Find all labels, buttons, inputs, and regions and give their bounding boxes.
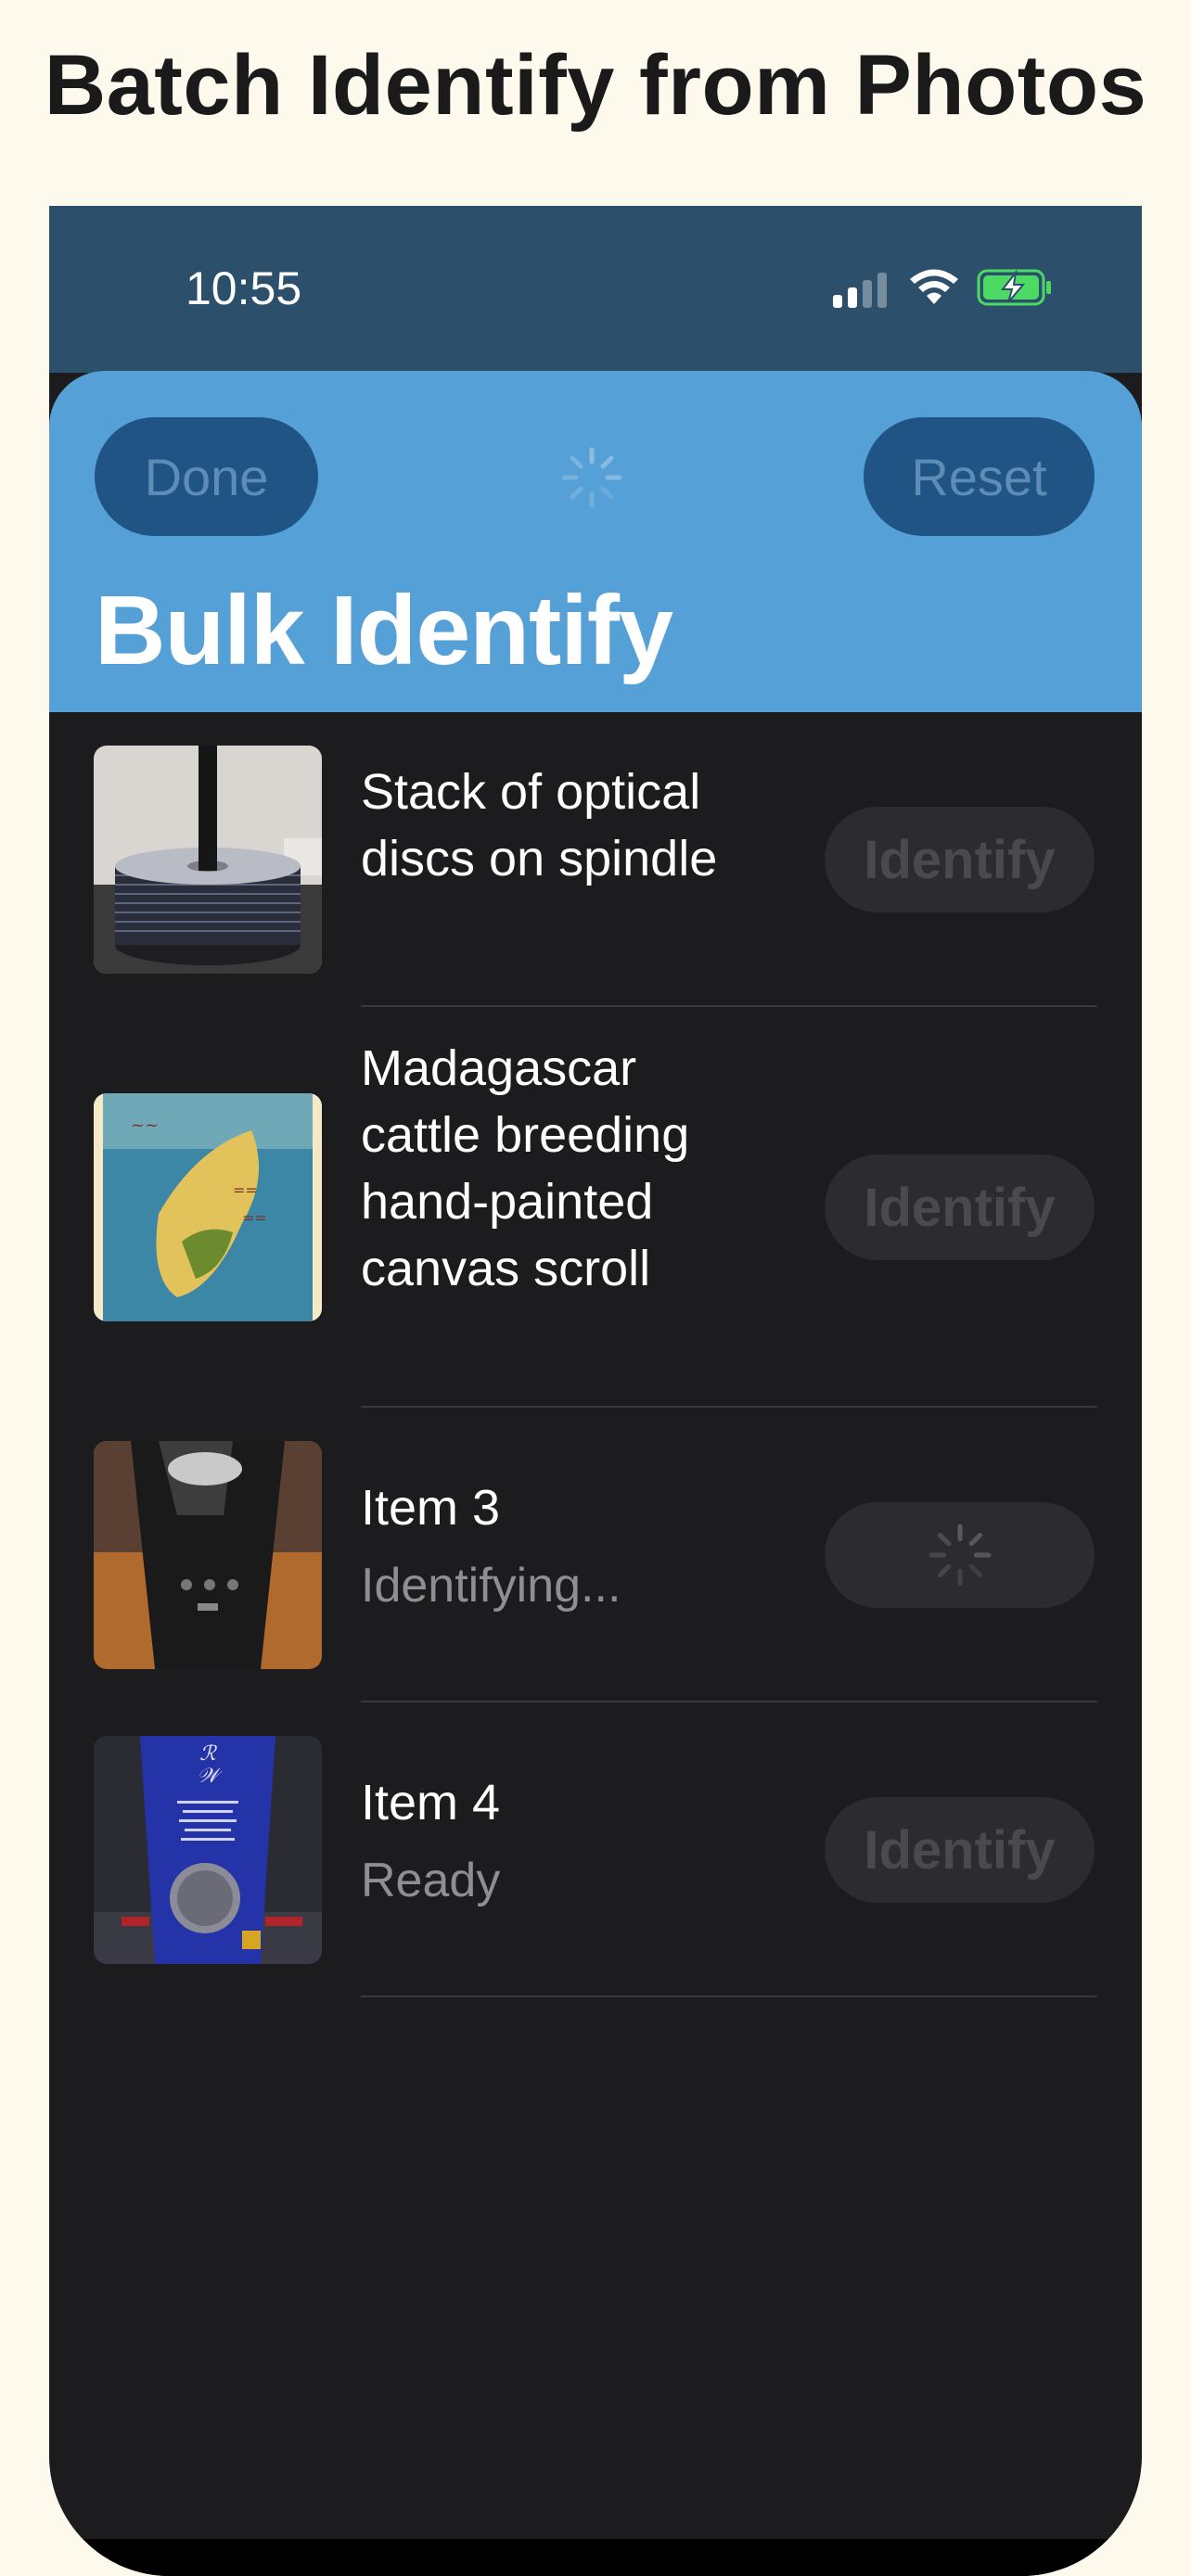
row-divider bbox=[361, 1996, 1097, 1997]
status-bar: 10:55 bbox=[49, 206, 1142, 373]
item-title: Madagascar cattle breeding hand-painted … bbox=[361, 1040, 690, 1296]
list-item: Item 3 Identifying... bbox=[49, 1408, 1142, 1702]
loading-spinner-icon bbox=[928, 1524, 991, 1587]
identify-button[interactable]: Identify bbox=[825, 1154, 1095, 1260]
svg-text:~~: ~~ bbox=[131, 1116, 159, 1135]
item-3-photo bbox=[94, 1441, 322, 1669]
cellular-signal-icon bbox=[833, 273, 887, 308]
item-text: Item 4 Ready bbox=[361, 1769, 750, 1914]
identify-button[interactable]: Identify bbox=[825, 1797, 1095, 1903]
done-button[interactable]: Done bbox=[95, 417, 318, 536]
page-title: Bulk Identify bbox=[95, 576, 673, 685]
list-item: == == ~~ Madagascar cattle breeding hand… bbox=[49, 1007, 1142, 1408]
svg-text:ℛ: ℛ bbox=[199, 1742, 217, 1766]
battery-charging-icon bbox=[977, 269, 1051, 306]
identify-button[interactable]: Identify bbox=[825, 807, 1095, 912]
item-status: Identifying... bbox=[361, 1559, 621, 1613]
reset-button[interactable]: Reset bbox=[864, 417, 1095, 536]
list-item: Stack of optical discs on spindle Identi… bbox=[49, 712, 1142, 1007]
item-title: Stack of optical discs on spindle bbox=[361, 764, 718, 886]
list-item: ℛ 𝒲 Item 4 Ready Identify bbox=[49, 1702, 1142, 1997]
optical-discs-photo bbox=[94, 746, 322, 974]
wifi-icon bbox=[910, 269, 958, 304]
item-title: Item 3 bbox=[361, 1480, 501, 1536]
item-title: Item 4 bbox=[361, 1775, 501, 1830]
item-text: Madagascar cattle breeding hand-painted … bbox=[361, 1035, 750, 1302]
phone-screen: 10:55 Done Reset Bulk Identify Stack of … bbox=[49, 206, 1142, 2576]
phone-bottom-edge bbox=[49, 2539, 1142, 2576]
loading-spinner-icon bbox=[561, 447, 622, 508]
royal-wedding-coin-photo: ℛ 𝒲 bbox=[94, 1736, 322, 1964]
svg-text:==: == bbox=[233, 1181, 258, 1199]
identify-button[interactable] bbox=[825, 1502, 1095, 1608]
navigation-bar: Done Reset Bulk Identify bbox=[49, 371, 1142, 712]
status-time: 10:55 bbox=[186, 262, 302, 314]
bulk-identify-sheet: Done Reset Bulk Identify Stack of optica… bbox=[49, 371, 1142, 2576]
item-text: Stack of optical discs on spindle bbox=[361, 759, 750, 892]
page-caption: Batch Identify from Photos bbox=[44, 38, 1147, 133]
item-status: Ready bbox=[361, 1854, 501, 1907]
svg-text:==: == bbox=[242, 1209, 267, 1227]
item-text: Item 3 Identifying... bbox=[361, 1474, 750, 1619]
madagascar-scroll-photo: == == ~~ bbox=[94, 1093, 322, 1321]
